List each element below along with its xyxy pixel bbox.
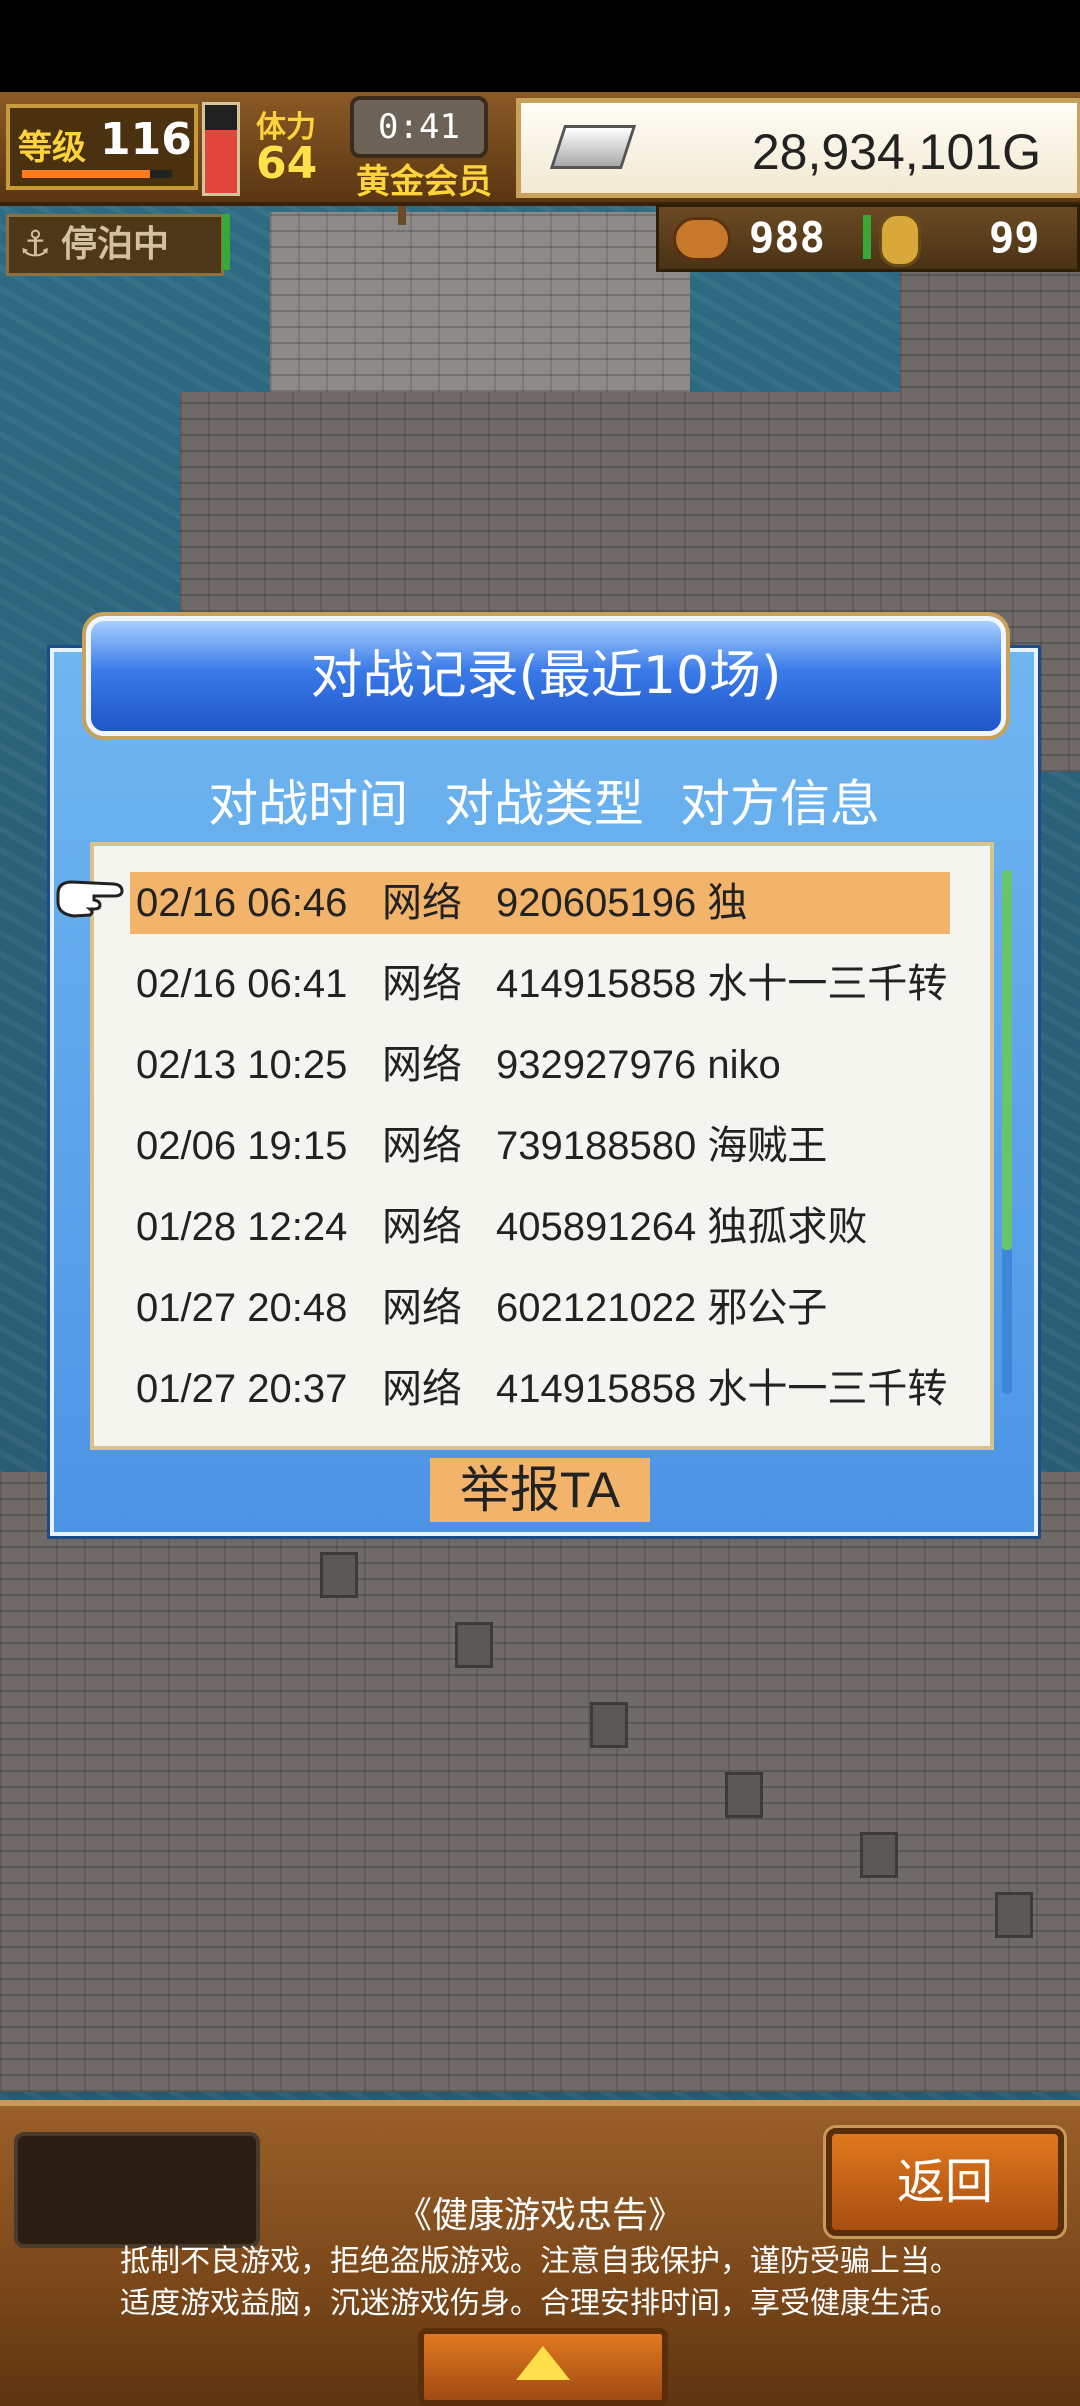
- record-opponent: 739188580 海贼王: [496, 1124, 828, 1168]
- battlement: [455, 1622, 493, 1668]
- record-row[interactable]: 01/27 20:37 网络 414915858 水十一三千转: [130, 1358, 950, 1420]
- hp-gauge: [202, 102, 240, 196]
- report-button[interactable]: 举报TA: [430, 1458, 650, 1522]
- record-type: 网络: [382, 1205, 462, 1249]
- moor-status-label: 停泊中: [61, 224, 170, 265]
- level-progress-bar: [22, 170, 172, 178]
- record-time: 02/06 19:15: [136, 1124, 348, 1168]
- record-opponent: 405891264 独孤求败: [496, 1205, 868, 1249]
- triangle-up-icon: [516, 2346, 570, 2380]
- membership-badge: 黄金会员: [356, 162, 492, 202]
- battlement: [590, 1702, 628, 1748]
- level-label: 等级: [18, 128, 86, 168]
- record-type: 网络: [382, 1367, 462, 1411]
- hp-gauge-fill: [205, 129, 237, 193]
- stamina-value: 64: [256, 138, 318, 189]
- level-progress-fill: [22, 170, 150, 178]
- money-panel: 28,934,101G: [516, 98, 1080, 198]
- battlement: [860, 1832, 898, 1878]
- record-opponent: 602121022 邪公子: [496, 1286, 828, 1330]
- battlement: [320, 1552, 358, 1598]
- record-type: 网络: [382, 1043, 462, 1087]
- record-opponent: 920605196 独: [496, 881, 748, 925]
- record-row[interactable]: 01/27 20:48 网络 602121022 邪公子: [130, 1277, 950, 1339]
- record-row[interactable]: 02/16 06:41 网络 414915858 水十一三千转: [130, 953, 950, 1015]
- header-opponent: 对方信息: [679, 775, 880, 833]
- level-value: 116: [100, 114, 192, 165]
- record-type: 网络: [382, 881, 462, 925]
- record-time: 02/13 10:25: [136, 1043, 348, 1087]
- header-time: 对战时间: [208, 775, 409, 833]
- record-time: 02/16 06:41: [136, 962, 348, 1006]
- coin-icon: [879, 213, 921, 267]
- record-opponent: 414915858 水十一三千转: [496, 962, 948, 1006]
- header-type: 对战类型: [444, 775, 644, 833]
- record-type: 网络: [382, 1124, 462, 1168]
- list-scrollbar-thumb[interactable]: [1002, 870, 1012, 1250]
- resource-divider: [863, 215, 871, 259]
- battlement: [995, 1892, 1033, 1938]
- moor-status[interactable]: ⚓ 停泊中: [6, 214, 224, 276]
- health-notice-line: 适度游戏益脑，沉迷游戏伤身。合理安排时间，享受健康生活。: [120, 2286, 960, 2321]
- status-bar: 等级 116 体力 64 0:41 黄金会员 28,934,101G: [0, 92, 1080, 206]
- record-opponent: 414915858 水十一三千转: [496, 1367, 948, 1411]
- resource1-value: 988: [749, 213, 825, 262]
- resource2-value: 99: [989, 213, 1040, 262]
- dialog-title: 对战记录(最近10场): [310, 646, 782, 706]
- dialog-header: 对战记录(最近10场): [86, 616, 1006, 736]
- record-row[interactable]: 02/16 06:46 网络 920605196 独: [130, 872, 950, 934]
- health-notice-line: 抵制不良游戏，拒绝盗版游戏。注意自我保护，谨防受骗上当。: [120, 2244, 960, 2279]
- record-opponent: 932927976 niko: [496, 1043, 781, 1087]
- record-time: 01/27 20:37: [136, 1367, 348, 1411]
- moor-indicator: [222, 214, 230, 270]
- column-headers: 对战时间 对战类型 对方信息: [54, 764, 1034, 834]
- record-row[interactable]: 01/28 12:24 网络 405891264 独孤求败: [130, 1196, 950, 1258]
- record-time: 01/27 20:48: [136, 1286, 348, 1330]
- record-time: 02/16 06:46: [136, 881, 348, 925]
- fortress-wall: [0, 1472, 1080, 2092]
- timer: 0:41: [350, 96, 488, 158]
- battlement: [725, 1772, 763, 1818]
- resource-panel: 988 99: [656, 204, 1080, 272]
- level-badge: 等级 116: [6, 104, 198, 190]
- anchor-icon: ⚓: [19, 224, 52, 265]
- silver-ingot-icon: [549, 125, 637, 169]
- record-type: 网络: [382, 962, 462, 1006]
- record-row[interactable]: 02/06 19:15 网络 739188580 海贼王: [130, 1115, 950, 1177]
- health-notice-title: 《健康游戏忠告》: [395, 2195, 684, 2236]
- record-type: 网络: [382, 1286, 462, 1330]
- food-icon: [673, 217, 731, 261]
- expand-up-button[interactable]: [418, 2328, 668, 2406]
- record-time: 01/28 12:24: [136, 1205, 348, 1249]
- bottom-bar: 返回 《健康游戏忠告》 抵制不良游戏，拒绝盗版游戏。注意自我保护，谨防受骗上当。…: [0, 2100, 1080, 2406]
- record-row[interactable]: 02/13 10:25 网络 932927976 niko: [130, 1034, 950, 1096]
- battle-record-dialog: 对战记录(最近10场) 对战时间 对战类型 对方信息 02/16 06:46 网…: [50, 616, 1038, 1536]
- hand-pointer-icon: [56, 880, 124, 918]
- money-value: 28,934,101G: [751, 124, 1041, 180]
